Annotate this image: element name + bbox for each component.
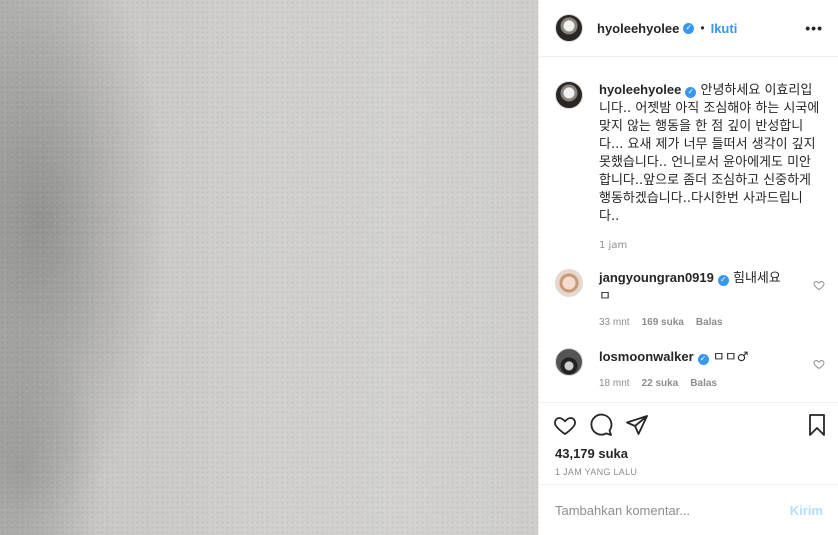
caption-time[interactable]: 1 jam xyxy=(599,240,627,251)
separator-dot: • xyxy=(700,21,705,35)
post-header: hyoleehyolee ✓ • Ikuti ••• xyxy=(539,0,838,57)
verified-badge-icon: ✓ xyxy=(683,22,695,34)
small-heart-icon[interactable] xyxy=(813,358,825,370)
comment-text: losmoonwalker ✓ ㅁㅁ♂ xyxy=(599,348,789,367)
caption-avatar[interactable] xyxy=(555,81,583,109)
post-comment-button[interactable]: Kirim xyxy=(790,503,823,518)
more-icon[interactable]: ••• xyxy=(805,20,823,36)
heart-icon[interactable] xyxy=(553,413,577,437)
commenter-avatar[interactable] xyxy=(555,348,583,376)
verified-badge-icon: ✓ xyxy=(685,86,697,98)
author-username[interactable]: hyoleehyolee xyxy=(597,21,679,36)
commenter-username[interactable]: losmoonwalker xyxy=(599,349,694,364)
verified-badge-icon: ✓ xyxy=(697,353,709,365)
caption-username[interactable]: hyoleehyolee xyxy=(599,82,681,97)
comment-time[interactable]: 18 mnt xyxy=(599,378,630,389)
share-icon[interactable] xyxy=(625,413,649,437)
comment-time[interactable]: 33 mnt xyxy=(599,317,630,328)
comment-likes[interactable]: 22 suka xyxy=(642,378,679,389)
small-heart-icon[interactable] xyxy=(813,279,825,291)
post-side-panel: hyoleehyolee ✓ • Ikuti ••• hyoleehyolee ✓… xyxy=(538,0,838,535)
comment-likes[interactable]: 169 suka xyxy=(642,317,684,328)
post-photo[interactable] xyxy=(0,0,538,535)
comment-text: jangyoungran0919 ✓ 힘내세요 ㅁ xyxy=(599,269,789,306)
comment-meta: 18 mnt 22 suka Balas xyxy=(599,378,717,389)
reply-button[interactable]: Balas xyxy=(690,378,717,389)
comment-input[interactable] xyxy=(555,502,790,518)
comment-icon[interactable] xyxy=(589,413,613,437)
comments-list[interactable]: hyoleehyolee ✓ 안녕하세요 이효리입니다.. 어젯밤 아직 조심해야… xyxy=(539,57,838,402)
add-comment-bar: Kirim xyxy=(539,484,838,535)
posted-time[interactable]: 1 JAM YANG LALU xyxy=(555,467,637,477)
follow-button[interactable]: Ikuti xyxy=(711,21,738,36)
commenter-username[interactable]: jangyoungran0919 xyxy=(599,270,714,285)
commenter-avatar[interactable] xyxy=(555,269,583,297)
caption-body: 안녕하세요 이효리입니다.. 어젯밤 아직 조심해야 하는 시국에 맞지 않는 … xyxy=(599,83,820,224)
bookmark-icon[interactable] xyxy=(805,413,829,437)
author-avatar[interactable] xyxy=(555,14,583,42)
reply-button[interactable]: Balas xyxy=(696,317,723,328)
post-actions: 43,179 suka 1 JAM YANG LALU xyxy=(539,402,838,484)
verified-badge-icon: ✓ xyxy=(717,274,729,286)
comment-body: ㅁㅁ♂ xyxy=(712,350,749,365)
caption-text: hyoleehyolee ✓ 안녕하세요 이효리입니다.. 어젯밤 아직 조심해야… xyxy=(599,81,821,255)
comment-meta: 33 mnt 169 suka Balas xyxy=(599,317,723,328)
likes-count[interactable]: 43,179 suka xyxy=(555,446,628,461)
